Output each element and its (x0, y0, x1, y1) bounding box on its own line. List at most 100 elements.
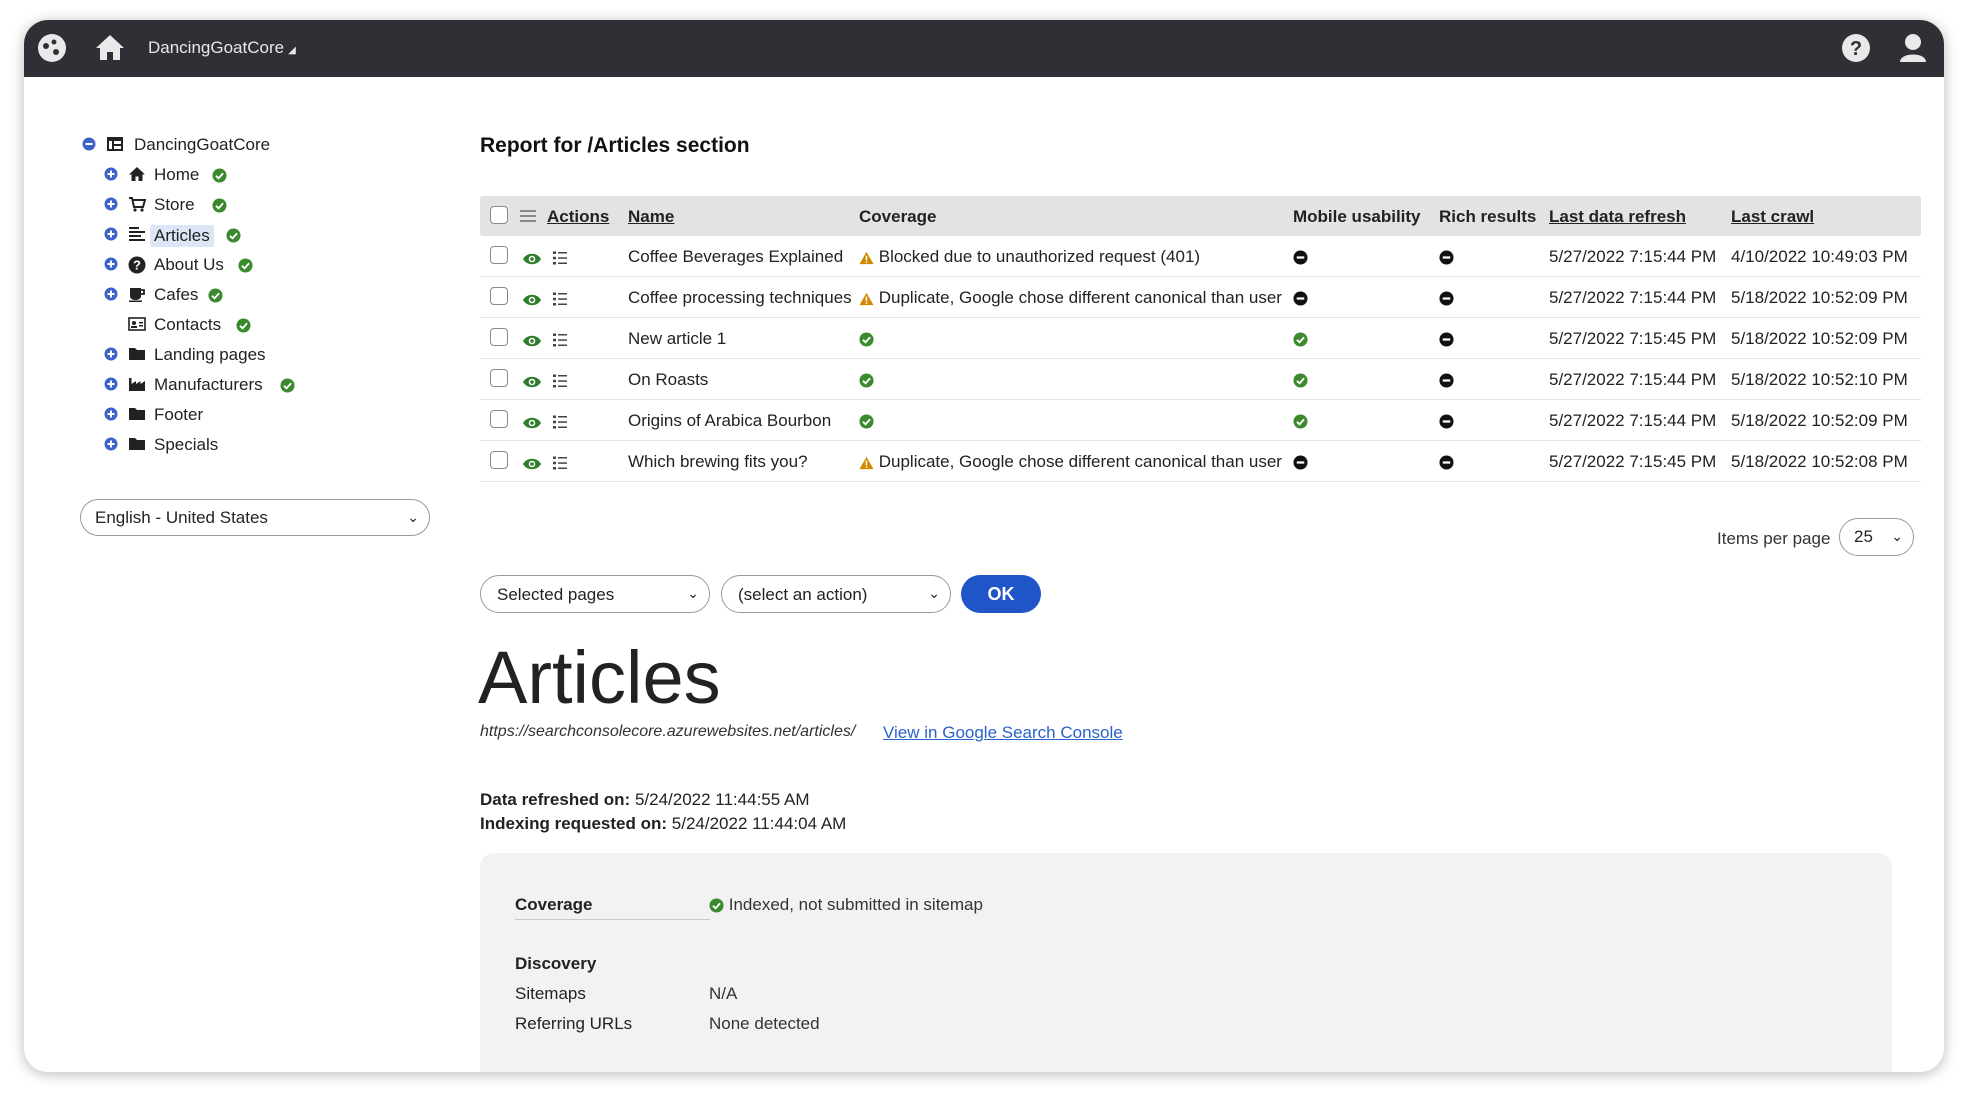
referring-urls-label: Referring URLs (515, 1014, 633, 1033)
app-window: DancingGoatCore ◢ ? DancingGoatCore Home S… (24, 20, 1944, 1072)
expand-icon[interactable] (104, 437, 118, 451)
no-data-icon (1439, 411, 1454, 431)
help-icon[interactable]: ? (1840, 32, 1872, 69)
items-per-page-value: 25 (1854, 527, 1873, 546)
indexing-requested: Indexing requested on: 5/24/2022 11:44:0… (480, 814, 846, 834)
published-check-icon (212, 168, 227, 183)
col-last-refresh[interactable]: Last data refresh (1549, 207, 1686, 227)
check-circle-icon (1293, 370, 1308, 390)
expand-icon[interactable] (104, 377, 118, 391)
data-refreshed: Data refreshed on: 5/24/2022 11:44:55 AM (480, 790, 810, 810)
list-icon (128, 226, 146, 247)
details-list-icon[interactable] (552, 248, 568, 268)
question-icon: ? (128, 256, 146, 279)
column-menu-icon[interactable] (520, 208, 536, 228)
eye-icon[interactable] (522, 289, 542, 309)
row-coverage: Duplicate, Google chose different canoni… (859, 452, 1282, 472)
row-checkbox[interactable] (490, 369, 508, 387)
expand-icon[interactable] (104, 257, 118, 271)
home-icon[interactable] (94, 32, 126, 67)
published-check-icon (208, 288, 223, 303)
row-coverage (859, 370, 874, 390)
table-icon (106, 136, 124, 157)
factory-icon (128, 376, 146, 397)
published-check-icon (238, 258, 253, 273)
details-list-icon[interactable] (552, 412, 568, 432)
no-data-icon (1439, 370, 1454, 390)
row-coverage (859, 411, 874, 431)
sitemaps-value: N/A (709, 984, 738, 1003)
bulk-scope-select[interactable]: Selected pages ⌄ (480, 575, 710, 613)
collapse-icon[interactable] (82, 137, 96, 151)
row-checkbox[interactable] (490, 246, 508, 264)
coffee-icon (128, 286, 146, 307)
check-circle-icon (859, 411, 874, 430)
col-last-crawl[interactable]: Last crawl (1731, 207, 1814, 227)
row-name: New article 1 (628, 329, 727, 348)
language-select[interactable]: English - United States ⌄ (80, 499, 430, 536)
eye-icon[interactable] (522, 453, 542, 473)
eye-icon[interactable] (522, 248, 542, 268)
indexing-requested-label: Indexing requested on: (480, 814, 668, 833)
discovery-label: Discovery (515, 954, 597, 973)
row-checkbox[interactable] (490, 328, 508, 346)
select-all-checkbox[interactable] (490, 206, 508, 224)
user-icon[interactable] (1898, 32, 1928, 69)
tree-item-label: Articles (150, 225, 214, 247)
ok-button[interactable]: OK (961, 575, 1041, 613)
view-in-gsc-link[interactable]: View in Google Search Console (883, 723, 1123, 743)
folder-icon (128, 406, 146, 427)
tree-item-label: Cafes (154, 285, 199, 304)
details-list-icon[interactable] (552, 289, 568, 309)
row-name: On Roasts (628, 370, 709, 389)
tree-item-label: Specials (154, 435, 219, 454)
site-selector[interactable]: DancingGoatCore ◢ (148, 38, 296, 58)
page-url: https://searchconsolecore.azurewebsites.… (480, 723, 856, 740)
details-list-icon[interactable] (552, 330, 568, 350)
no-data-icon (1293, 452, 1308, 472)
row-checkbox[interactable] (490, 451, 508, 469)
referring-urls-value: None detected (709, 1014, 820, 1033)
kentico-logo-icon[interactable] (37, 33, 67, 68)
expand-icon[interactable] (104, 287, 118, 301)
expand-icon[interactable] (104, 197, 118, 211)
no-data-icon (1293, 247, 1308, 267)
chevron-down-icon: ⌄ (928, 585, 940, 601)
row-name: Coffee Beverages Explained (628, 247, 844, 266)
row-checkbox[interactable] (490, 410, 508, 428)
col-actions[interactable]: Actions (547, 207, 609, 227)
tree-item-label: Home (154, 165, 200, 184)
chevron-down-icon: ⌄ (687, 585, 699, 601)
col-mobile-usability: Mobile usability (1293, 207, 1421, 226)
tree-item-label: Manufacturers (154, 375, 263, 394)
details-list-icon[interactable] (552, 371, 568, 391)
bulk-action-value: (select an action) (738, 585, 868, 604)
col-name[interactable]: Name (628, 207, 674, 227)
divider (515, 919, 710, 920)
row-last-refresh: 5/27/2022 7:15:45 PM (1549, 329, 1717, 348)
row-coverage (859, 329, 874, 349)
tree-item-label: Landing pages (154, 345, 266, 364)
data-refreshed-label: Data refreshed on: (480, 790, 631, 809)
published-check-icon (236, 318, 251, 333)
expand-icon[interactable] (104, 407, 118, 421)
row-name: Which brewing fits you? (628, 452, 808, 471)
col-coverage: Coverage (859, 207, 937, 226)
language-selected-value: English - United States (95, 508, 268, 527)
top-bar: DancingGoatCore ◢ ? (24, 20, 1944, 77)
row-coverage-text: Duplicate, Google chose different canoni… (878, 452, 1282, 471)
sitemaps-label: Sitemaps (515, 984, 586, 1003)
items-per-page-select[interactable]: 25 ⌄ (1839, 518, 1914, 556)
eye-icon[interactable] (522, 330, 542, 350)
report-table: Actions Name Coverage Mobile usability R… (480, 196, 1921, 482)
expand-icon[interactable] (104, 347, 118, 361)
expand-icon[interactable] (104, 167, 118, 181)
bulk-action-select[interactable]: (select an action) ⌄ (721, 575, 951, 613)
home-icon (128, 166, 146, 187)
eye-icon[interactable] (522, 371, 542, 391)
table-row: Coffee processing techniques Duplicate, … (480, 277, 1921, 318)
expand-icon[interactable] (104, 227, 118, 241)
row-checkbox[interactable] (490, 287, 508, 305)
details-list-icon[interactable] (552, 453, 568, 473)
eye-icon[interactable] (522, 412, 542, 432)
